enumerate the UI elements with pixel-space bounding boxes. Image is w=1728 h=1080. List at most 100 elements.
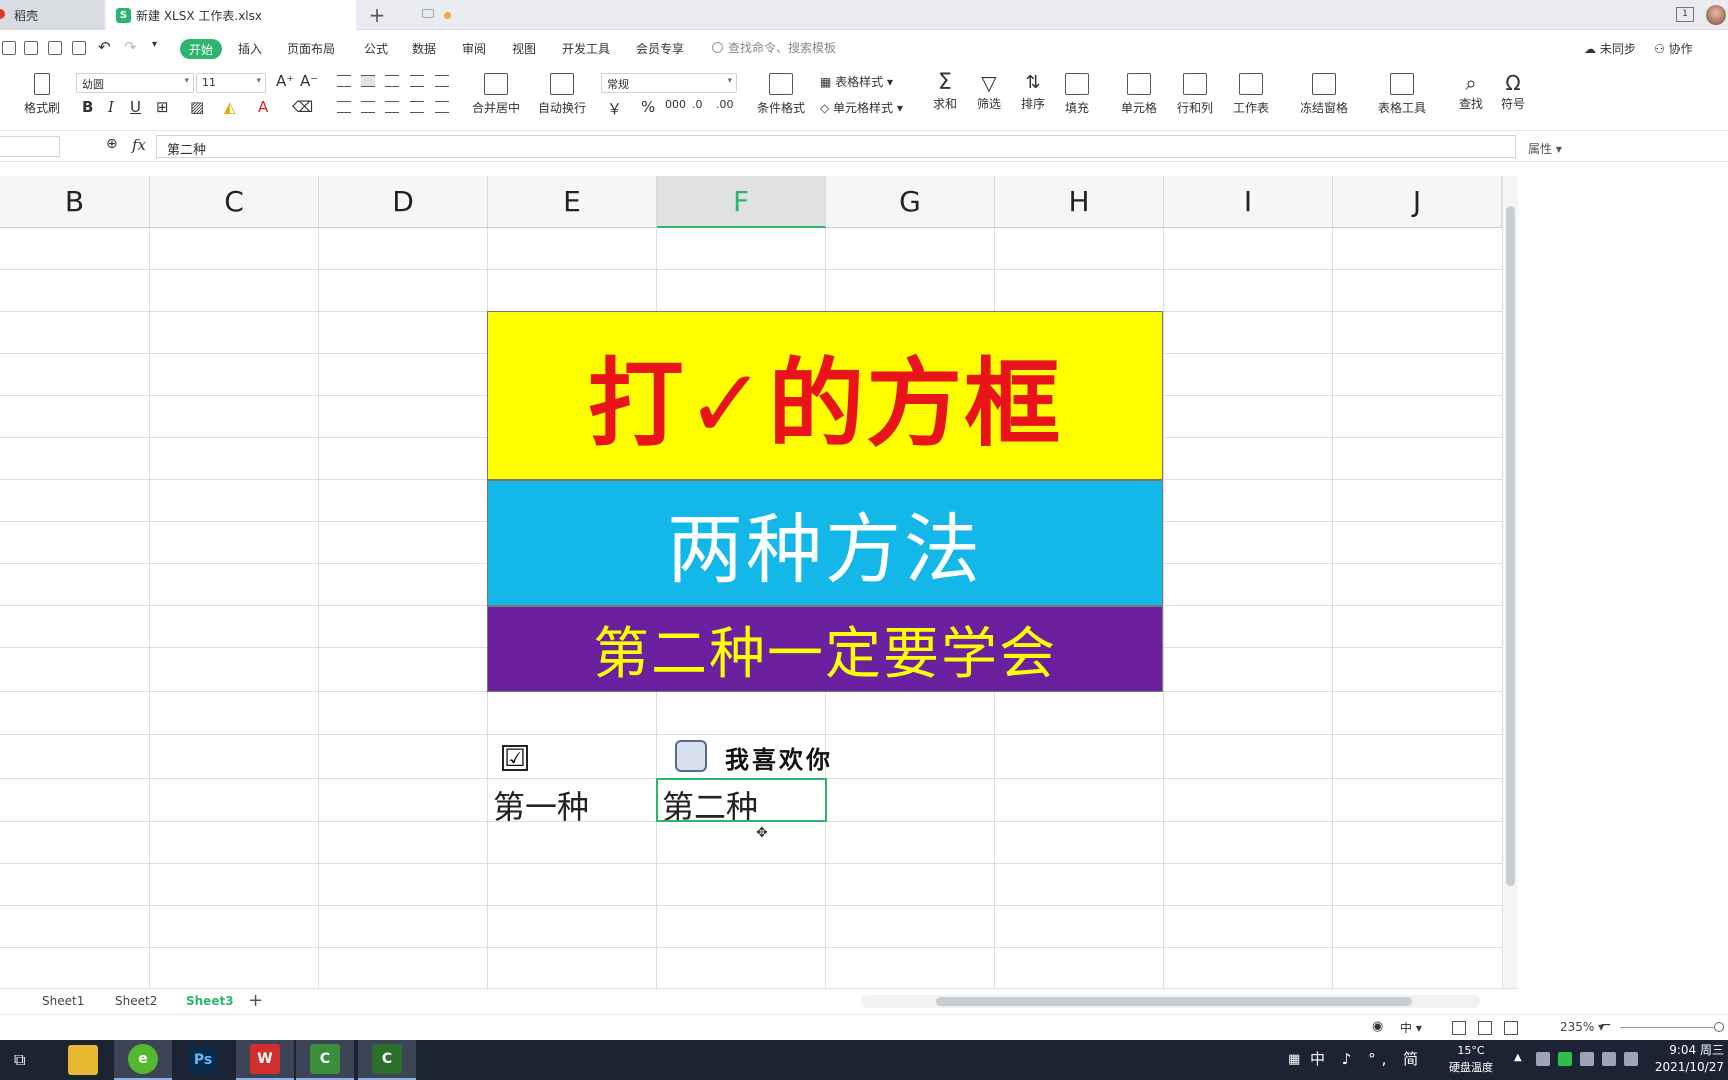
ime-indicator[interactable]: 中 ♪ °, 简 xyxy=(1310,1048,1424,1069)
vertical-scroll-thumb[interactable] xyxy=(1506,206,1515,886)
taskbar-camtasia-2[interactable]: C xyxy=(358,1040,416,1080)
merge-center-button[interactable]: 合并居中 xyxy=(466,73,526,116)
cloud-sync-button[interactable]: ☁ 未同步 xyxy=(1584,40,1636,57)
align-bottom-icon[interactable] xyxy=(385,75,399,87)
freeze-panes-button[interactable]: 冻结窗格 xyxy=(1294,73,1354,116)
increase-font-icon[interactable]: A⁺ xyxy=(276,72,294,90)
redo-icon[interactable]: ↷ xyxy=(124,38,137,56)
menu-review[interactable]: 审阅 xyxy=(462,40,486,57)
normal-view-icon[interactable] xyxy=(1452,1021,1466,1035)
name-box[interactable] xyxy=(0,136,60,157)
note-banner-cell[interactable]: 第二种一定要学会 xyxy=(487,606,1163,692)
taskbar-browser[interactable]: e xyxy=(114,1040,172,1080)
align-center-icon[interactable] xyxy=(361,101,375,113)
column-header-f[interactable]: F xyxy=(657,176,826,228)
collab-button[interactable]: ⚇ 协作 xyxy=(1654,40,1693,57)
column-header-e[interactable]: E xyxy=(488,176,657,228)
format-painter-button[interactable]: 格式刷 xyxy=(22,73,62,116)
find-button[interactable]: ⌕ 查找 xyxy=(1454,71,1488,112)
align-top-icon[interactable] xyxy=(337,75,351,87)
checked-box-symbol[interactable]: ☑ xyxy=(502,745,528,771)
tab-workbook[interactable]: S 新建 XLSX 工作表.xlsx xyxy=(106,0,451,30)
vertical-scrollbar[interactable] xyxy=(1502,176,1518,988)
table-style-button[interactable]: ▦ 表格样式 ▾ xyxy=(820,73,893,90)
keyboard-icon[interactable]: ▦ xyxy=(1288,1052,1300,1067)
menu-member[interactable]: 会员专享 xyxy=(636,40,684,57)
thousands-icon[interactable]: 000 xyxy=(665,98,686,111)
taskbar-file-explorer[interactable] xyxy=(54,1040,112,1080)
row-col-button[interactable]: 行和列 xyxy=(1172,73,1218,116)
zoom-formula-icon[interactable]: ⊕ xyxy=(106,136,118,152)
conditional-format-button[interactable]: 条件格式 xyxy=(752,73,810,116)
properties-button[interactable]: 属性 ▾ xyxy=(1528,140,1562,157)
menu-insert[interactable]: 插入 xyxy=(238,40,262,57)
number-format-select[interactable]: 常规 xyxy=(601,73,737,93)
monitor-icon[interactable] xyxy=(422,9,434,18)
wechat-icon[interactable] xyxy=(1558,1052,1572,1066)
decrease-decimal-icon[interactable]: .00 xyxy=(716,98,734,111)
font-color-icon[interactable]: A xyxy=(258,98,268,116)
print-icon[interactable] xyxy=(48,41,62,55)
column-header-j[interactable]: J xyxy=(1333,176,1502,228)
table-tools-button[interactable]: 表格工具 xyxy=(1372,73,1432,116)
indent-decrease-icon[interactable] xyxy=(410,75,424,87)
tray-expand-icon[interactable]: ▲ xyxy=(1514,1052,1522,1063)
increase-decimal-icon[interactable]: .0 xyxy=(692,98,703,111)
horizontal-scroll-thumb[interactable] xyxy=(936,997,1412,1006)
window-count-icon[interactable]: 1 xyxy=(1676,7,1694,22)
align-middle-icon[interactable] xyxy=(361,75,375,87)
print-preview-icon[interactable] xyxy=(72,41,86,55)
checkbox-label[interactable]: 我喜欢你 xyxy=(725,740,833,775)
sheet-tab-2[interactable]: Sheet2 xyxy=(115,994,157,1008)
cell-e-method1[interactable]: 第一种 xyxy=(493,782,589,828)
sort-button[interactable]: ⇅ 排序 xyxy=(1016,71,1050,112)
undo-icon[interactable]: ↶ xyxy=(98,38,111,56)
save-icon[interactable] xyxy=(2,41,16,55)
font-name-select[interactable]: 幼圆 xyxy=(76,73,194,93)
column-header-g[interactable]: G xyxy=(826,176,995,228)
align-right-icon[interactable] xyxy=(385,101,399,113)
zoom-level[interactable]: 235% ▾ xyxy=(1560,1020,1604,1034)
add-sheet-button[interactable]: + xyxy=(248,990,263,1011)
cell-style-button[interactable]: ◇ 单元格样式 ▾ xyxy=(820,99,903,116)
sum-button[interactable]: Σ 求和 xyxy=(928,71,962,112)
taskbar-photoshop[interactable]: Ps xyxy=(174,1040,232,1080)
sheet-tab-3[interactable]: Sheet3 xyxy=(186,994,234,1008)
column-header-b[interactable]: B xyxy=(0,176,150,228)
page-layout-view-icon[interactable] xyxy=(1478,1021,1492,1035)
font-size-select[interactable]: 11 xyxy=(196,73,266,93)
tab-docer[interactable]: 稻壳 xyxy=(0,0,104,30)
zoom-slider-knob[interactable] xyxy=(1714,1022,1724,1032)
menu-view[interactable]: 视图 xyxy=(512,40,536,57)
fill-style-icon[interactable]: ▨ xyxy=(190,98,204,116)
zoom-slider[interactable] xyxy=(1620,1027,1720,1028)
menu-data[interactable]: 数据 xyxy=(412,40,436,57)
decrease-font-icon[interactable]: A⁻ xyxy=(300,72,318,90)
indent-increase-icon[interactable] xyxy=(435,75,449,87)
symbol-button[interactable]: Ω 符号 xyxy=(1496,71,1530,112)
bold-button[interactable]: B xyxy=(82,98,93,116)
menu-page-layout[interactable]: 页面布局 xyxy=(287,40,335,57)
column-header-i[interactable]: I xyxy=(1164,176,1333,228)
clear-format-icon[interactable]: ⌫ xyxy=(292,98,313,116)
filter-button[interactable]: ▽ 筛选 xyxy=(972,71,1006,112)
menu-start[interactable]: 开始 xyxy=(180,39,222,59)
worksheet-button[interactable]: 工作表 xyxy=(1228,73,1274,116)
page-break-view-icon[interactable] xyxy=(1504,1021,1518,1035)
user-tray-icon[interactable] xyxy=(1580,1052,1594,1066)
weather-widget[interactable]: 15°C 硬盘温度 xyxy=(1442,1042,1500,1076)
network-icon[interactable] xyxy=(1602,1052,1616,1066)
formula-input[interactable]: 第二种 xyxy=(156,135,1516,158)
system-clock[interactable]: 9:04 周三 2021/10/27 xyxy=(1652,1042,1724,1076)
distribute-icon[interactable] xyxy=(435,101,449,113)
new-tab-button[interactable]: + xyxy=(364,2,390,28)
sheet-tab-1[interactable]: Sheet1 xyxy=(42,994,84,1008)
cell-button[interactable]: 单元格 xyxy=(1116,73,1162,116)
wrap-text-button[interactable]: 自动换行 xyxy=(534,73,590,116)
italic-button[interactable]: I xyxy=(108,98,114,116)
fill-button[interactable]: 填充 xyxy=(1060,73,1094,116)
customize-icon[interactable]: ▾ xyxy=(152,39,157,50)
title-banner-cell[interactable]: 打✓的方框 xyxy=(487,311,1163,480)
menu-formula[interactable]: 公式 xyxy=(364,40,388,57)
fx-icon[interactable]: fx xyxy=(132,136,146,154)
